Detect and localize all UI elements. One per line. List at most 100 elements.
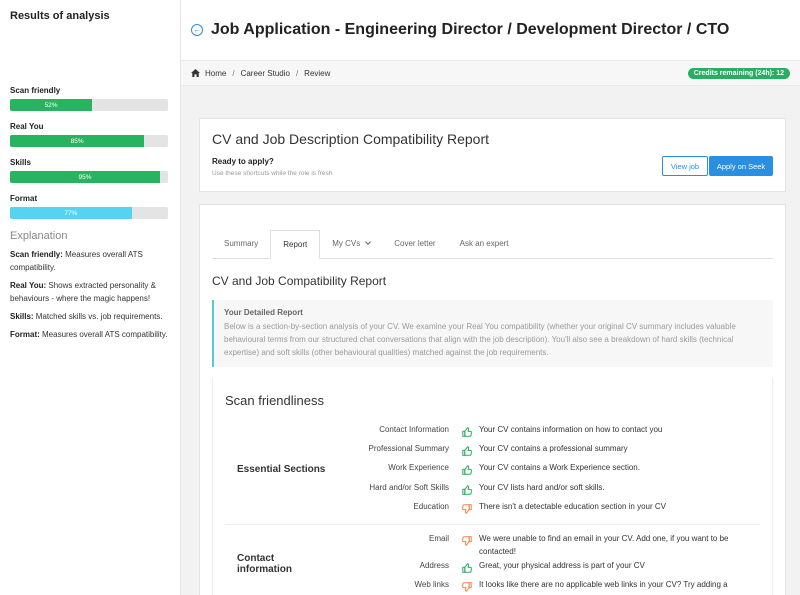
scan-row-message: Your CV lists hard and/or soft skills. [479,482,605,492]
compatibility-report-card: CV and Job Description Compatibility Rep… [199,118,786,192]
metric-progress-fill: 77% [10,207,132,219]
scan-row-label: Education [413,501,449,511]
apply-on-seek-button[interactable]: Apply on Seek [709,156,773,176]
scan-groups: Essential Sections Contact Information You… [225,422,760,595]
detailed-report-text: Below is a section-by-section analysis o… [224,322,736,357]
metric-progress-fill: 85% [10,135,145,147]
scan-friendliness-card: Scan friendliness Essential Sections Cont… [212,379,773,595]
scan-row-work-experience: Work Experience Your CV contains a Work E… [330,460,760,479]
metric-progress-fill: 95% [10,171,161,183]
main-content: ← Job Application - Engineering Director… [181,0,800,595]
scan-row-label: Address [419,560,449,570]
explanation-term: Scan friendly: [10,250,63,259]
view-job-button[interactable]: View job [662,156,708,176]
metric-skills: Skills 95% [10,158,170,183]
tab-label: Summary [224,239,259,248]
scan-row-message: Your CV contains a professional summary [479,444,628,454]
scan-row-message: Great, your physical address is part of … [479,560,645,570]
chevron-down-icon [365,239,372,245]
scan-row-contact-information: Contact Information Your CV contains info… [330,422,760,441]
scan-row-hard-and-or-soft-skills: Hard and/or Soft Skills Your CV lists har… [330,480,760,499]
metric-format: Format 77% [10,194,170,219]
explanation-item: Real You: Shows extracted personality & … [10,279,170,305]
explanation-text: Matched skills vs. job requirements. [33,312,163,321]
results-sidebar: Results of analysis Scan friendly 52% Real… [0,0,181,595]
scan-row-message: We were unable to find an email in your … [479,533,729,556]
explanations-list: Scan friendly: Measures overall ATS comp… [10,248,170,341]
scan-row-address: Address Great, your physical address is p… [330,558,760,577]
tab-label: My CVs [332,239,361,248]
metric-progress-fill: 52% [10,99,93,111]
scan-row-professional-summary: Professional Summary Your CV contains a p… [330,441,760,460]
scan-row-label: Contact Information [379,425,449,434]
tab-label: Report [283,240,308,249]
detailed-report-title: Your Detailed Report [224,308,303,317]
explanation-text: Measures overall ATS compatibility. [39,330,168,339]
explanation-term: Format: [10,330,40,339]
metric-progress-bar: 52% [10,99,168,111]
metric-label: Real You [10,122,44,131]
explanation-term: Skills: [10,312,34,321]
scan-row-label: Hard and/or Soft Skills [369,482,449,492]
report-heading: CV and Job Compatibility Report [212,274,387,288]
breadcrumb-separator: / [232,68,235,78]
tab-ask-an-expert[interactable]: Ask an expert [448,229,521,258]
sidebar-title: Results of analysis [10,10,110,22]
explanation-item: Skills: Matched skills vs. job requireme… [10,310,170,323]
thumbs-down-icon [462,579,472,592]
back-arrow-icon[interactable]: ← [191,24,203,36]
thumbs-up-icon [462,482,472,495]
scan-row-message: It looks like there are no applicable we… [479,580,728,590]
breadcrumb-separator: / [295,68,299,78]
page-header: ← Job Application - Engineering Director… [181,0,800,60]
scan-row-label: Work Experience [388,463,449,473]
tab-report[interactable]: Report [270,230,321,259]
home-icon [191,69,200,77]
scan-row-label: Email [428,533,449,543]
metric-label: Scan friendly [10,86,61,95]
thumbs-down-icon [462,501,472,514]
report-card-title: CV and Job Description Compatibility Rep… [212,131,490,147]
scan-group-name: Contact information [237,552,292,575]
thumbs-up-icon [462,560,472,573]
metric-label: Format [10,194,38,203]
metric-progress-bar: 77% [10,207,168,219]
thumbs-up-icon [462,462,472,476]
scan-row-message: Your CV contains a Work Experience secti… [479,463,640,473]
scan-group-contact-information: Contact information Email We were unable t… [225,531,760,595]
breadcrumb-home[interactable]: Home [205,69,226,78]
scan-row-label: Professional Summary [368,444,449,454]
scan-row-education: Education There isn't a detectable educat… [330,499,760,518]
tab-my-cvs[interactable]: My CVs [320,229,382,258]
scan-friendliness-title: Scan friendliness [225,393,324,408]
report-panel: Summary Report My CVs Cover letter Ask an ex… [199,204,786,595]
tab-summary[interactable]: Summary [212,229,270,258]
thumbs-down-icon [462,533,472,546]
scan-row-message: There isn't a detectable education secti… [479,501,666,511]
tab-cover-letter[interactable]: Cover letter [382,229,447,258]
breadcrumb-review: Review [304,68,331,78]
report-tabs: Summary Report My CVs Cover letter Ask an ex… [212,217,773,259]
thumbs-up-icon [462,443,472,456]
detailed-report-note: Your Detailed Report Below is a section-… [212,300,773,367]
metric-real-you: Real You 85% [10,122,170,147]
breadcrumb: Home / Career Studio / Review Credits re… [181,60,800,86]
explanation-item: Scan friendly: Measures overall ATS comp… [10,248,170,274]
explanation-item: Format: Measures overall ATS compatibili… [10,328,170,341]
metric-label: Skills [10,158,31,167]
scan-row-label: Web links [414,580,449,590]
page-title: Job Application - Engineering Director /… [211,21,730,38]
scan-row-email: Email We were unable to find an email in … [330,531,760,558]
credits-badge: Credits remaining (24h): 12 [687,67,790,79]
scan-group-name: Essential Sections [237,464,326,476]
breadcrumb-career-studio[interactable]: Career Studio [241,69,290,78]
scan-row-message: Your CV contains information on how to c… [479,425,663,434]
thumbs-up-icon [462,424,472,437]
scan-row-web-links: Web links It looks like there are no appl… [330,577,760,595]
tab-label: Cover letter [394,239,436,248]
metric-scan-friendly: Scan friendly 52% [10,86,170,111]
tab-label: Ask an expert [459,239,509,248]
metrics-list: Scan friendly 52% Real You 85% Skills 95% Form… [10,86,170,219]
explanation-term: Real You: [10,281,47,290]
metric-progress-bar: 85% [10,135,168,147]
